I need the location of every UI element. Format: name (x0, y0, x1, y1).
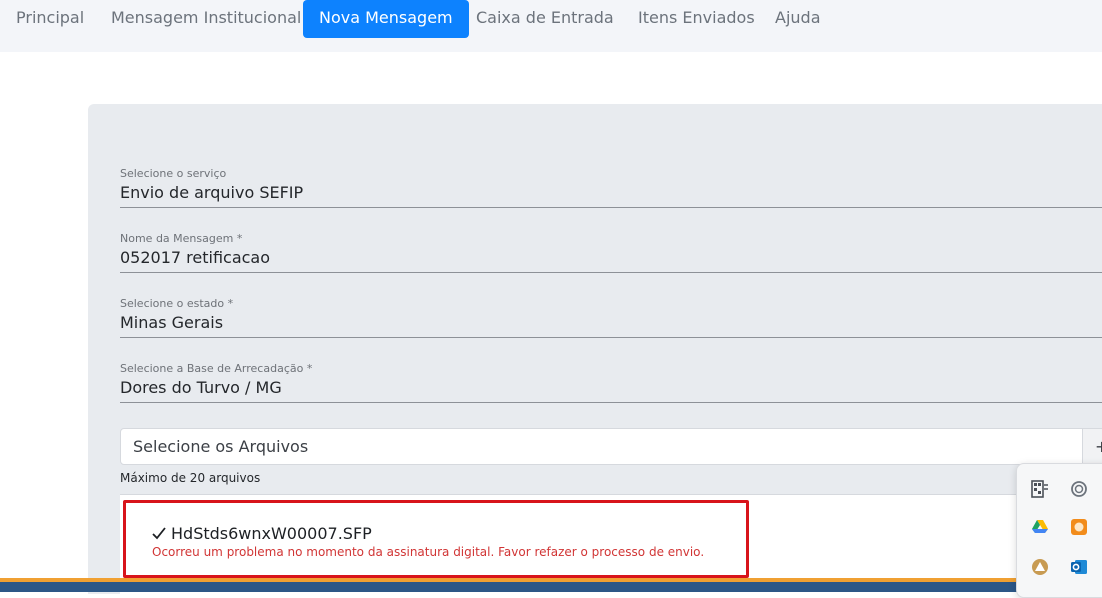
file-select-input[interactable]: Selecione os Arquivos (120, 428, 1083, 465)
nav-item-ajuda[interactable]: Ajuda (759, 0, 837, 38)
settings-ring-icon[interactable] (1069, 479, 1089, 499)
outlook-icon[interactable] (1069, 557, 1089, 577)
file-select-placeholder: Selecione os Arquivos (133, 437, 309, 456)
triangle-app-icon[interactable] (1030, 557, 1050, 577)
message-name-field[interactable]: Nome da Mensagem * 052017 retificacao (120, 231, 1102, 273)
base-select[interactable]: Selecione a Base de Arrecadação * Dores … (120, 361, 1102, 403)
google-drive-icon[interactable] (1030, 517, 1050, 537)
nav-item-itens-enviados[interactable]: Itens Enviados (622, 0, 771, 38)
footer-stripe (0, 578, 1102, 582)
base-label: Selecione a Base de Arrecadação * (120, 362, 313, 375)
nav-item-caixa-de-entrada[interactable]: Caixa de Entrada (460, 0, 630, 38)
service-value[interactable]: Envio de arquivo SEFIP (120, 182, 1102, 204)
uploaded-file-name: HdStds6wnxW00007.SFP (171, 524, 372, 543)
checkmark-icon (152, 527, 166, 540)
state-value[interactable]: Minas Gerais (120, 312, 1102, 334)
qr-scanner-icon[interactable] (1030, 479, 1050, 499)
state-underline (120, 337, 1102, 338)
message-name-value[interactable]: 052017 retificacao (120, 247, 1102, 269)
service-select[interactable]: Selecione o serviço Envio de arquivo SEF… (120, 166, 1102, 208)
add-file-button[interactable]: + (1082, 428, 1102, 465)
top-navigation: Principal Mensagem Institucional Nova Me… (0, 0, 1102, 52)
system-tray-popup (1016, 463, 1102, 598)
base-underline (120, 402, 1102, 403)
message-name-underline (120, 272, 1102, 273)
message-name-label: Nome da Mensagem * (120, 232, 243, 245)
service-underline (120, 207, 1102, 208)
nav-item-nova-mensagem[interactable]: Nova Mensagem (303, 0, 469, 38)
uploaded-file-item: HdStds6wnxW00007.SFP (151, 524, 372, 543)
upload-error-message: Ocorreu um problema no momento da assina… (152, 545, 705, 559)
nav-item-principal[interactable]: Principal (0, 0, 100, 38)
orange-app-icon[interactable] (1069, 517, 1089, 537)
state-label: Selecione o estado * (120, 297, 234, 310)
max-files-hint: Máximo de 20 arquivos (120, 471, 261, 485)
add-file-button-label: + (1095, 437, 1102, 456)
nav-item-mensagem-institucional[interactable]: Mensagem Institucional (95, 0, 317, 38)
base-value[interactable]: Dores do Turvo / MG (120, 377, 1102, 399)
state-select[interactable]: Selecione o estado * Minas Gerais (120, 296, 1102, 338)
service-label: Selecione o serviço (120, 167, 227, 180)
